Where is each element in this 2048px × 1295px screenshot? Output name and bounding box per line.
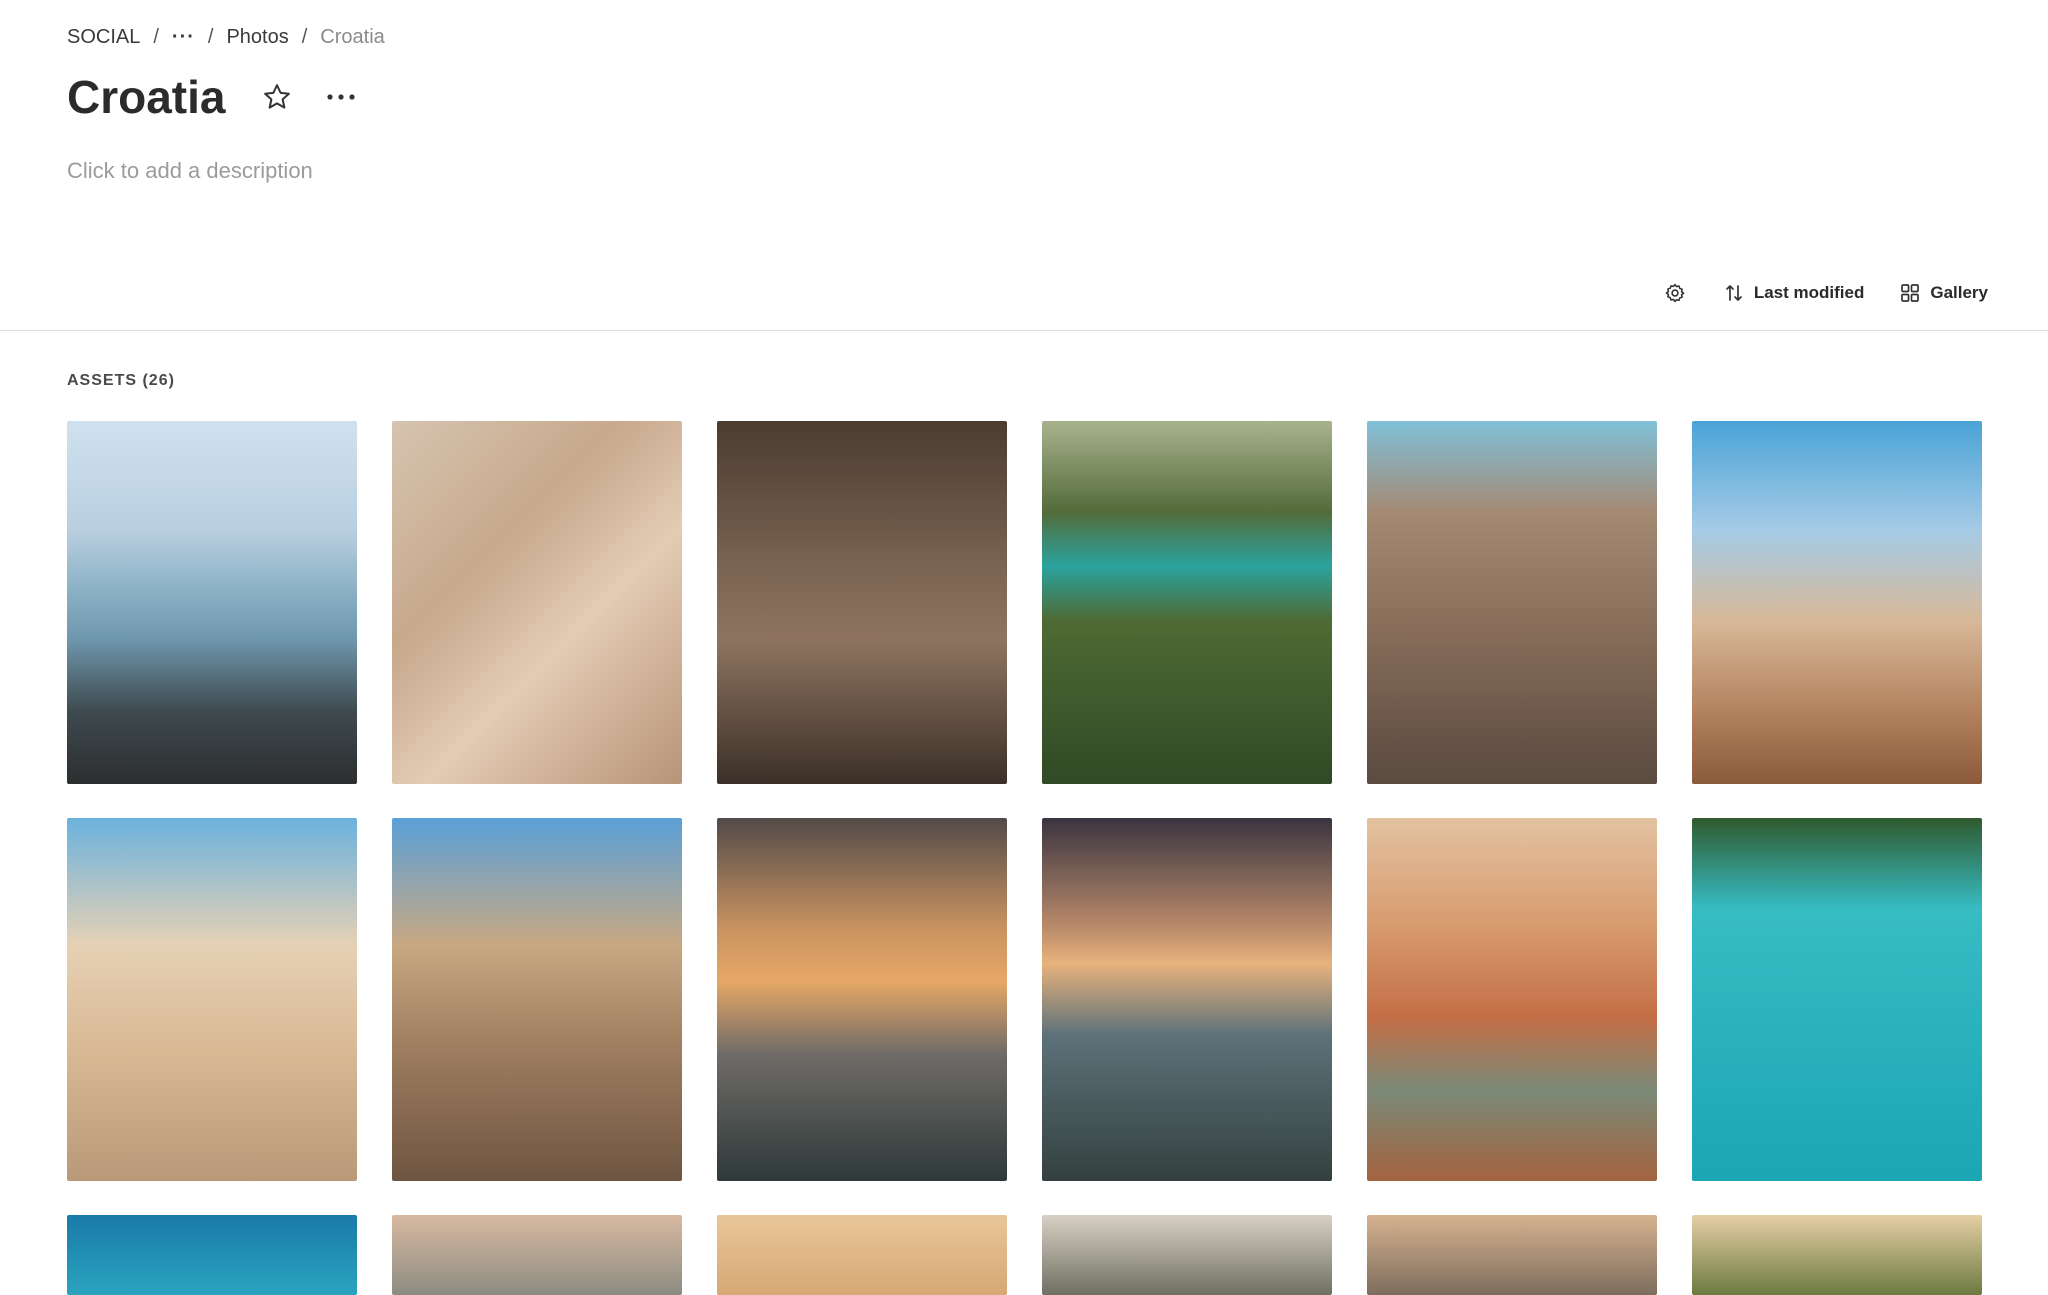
asset-thumbnail[interactable]	[1042, 421, 1332, 784]
asset-thumbnail[interactable]	[1042, 1215, 1332, 1295]
asset-thumbnail[interactable]	[1367, 421, 1657, 784]
asset-gallery	[67, 421, 1982, 1295]
asset-thumbnail[interactable]	[392, 818, 682, 1181]
asset-thumbnail[interactable]	[67, 818, 357, 1181]
asset-thumbnail[interactable]	[67, 421, 357, 784]
breadcrumb-ellipsis[interactable]: ···	[172, 26, 195, 49]
sort-button[interactable]: Last modified	[1724, 283, 1865, 303]
sort-label: Last modified	[1753, 283, 1865, 302]
breadcrumb-separator: /	[301, 26, 308, 48]
settings-button[interactable]	[1664, 282, 1696, 304]
more-options-button[interactable]	[324, 80, 358, 114]
breadcrumb: SOCIAL / ··· / Photos / Croatia	[67, 26, 385, 49]
more-horizontal-icon	[327, 94, 356, 100]
title-row: Croatia	[67, 70, 358, 124]
breadcrumb-social[interactable]: SOCIAL	[67, 26, 140, 49]
asset-thumbnail[interactable]	[392, 421, 682, 784]
breadcrumb-separator: /	[153, 26, 159, 48]
breadcrumb-current: Croatia	[320, 26, 385, 48]
asset-thumbnail[interactable]	[717, 421, 1007, 784]
grid-icon	[1901, 284, 1920, 302]
breadcrumb-separator: /	[207, 26, 214, 48]
asset-thumbnail[interactable]	[392, 1215, 682, 1295]
asset-thumbnail[interactable]	[1042, 818, 1332, 1181]
asset-thumbnail[interactable]	[67, 1215, 357, 1295]
asset-thumbnail[interactable]	[717, 818, 1007, 1181]
view-mode-button[interactable]: Gallery	[1900, 283, 1988, 303]
view-mode-label: Gallery	[1930, 283, 1988, 302]
description-field[interactable]: Click to add a description	[67, 158, 313, 184]
view-toolbar: Last modified Gallery	[1664, 282, 1988, 304]
gear-icon	[1665, 283, 1685, 303]
asset-thumbnail[interactable]	[1367, 1215, 1657, 1295]
page-title: Croatia	[67, 71, 226, 123]
asset-thumbnail[interactable]	[1692, 1215, 1982, 1295]
asset-thumbnail[interactable]	[717, 1215, 1007, 1295]
favorite-button[interactable]	[260, 80, 294, 114]
asset-thumbnail[interactable]	[1692, 421, 1982, 784]
star-icon	[264, 84, 291, 109]
asset-thumbnail[interactable]	[1692, 818, 1982, 1181]
sort-arrows-icon	[1725, 285, 1742, 301]
breadcrumb-photos[interactable]: Photos	[226, 26, 288, 49]
asset-thumbnail[interactable]	[1367, 818, 1657, 1181]
assets-heading: ASSETS (26)	[67, 372, 175, 389]
header-divider	[0, 330, 2048, 331]
